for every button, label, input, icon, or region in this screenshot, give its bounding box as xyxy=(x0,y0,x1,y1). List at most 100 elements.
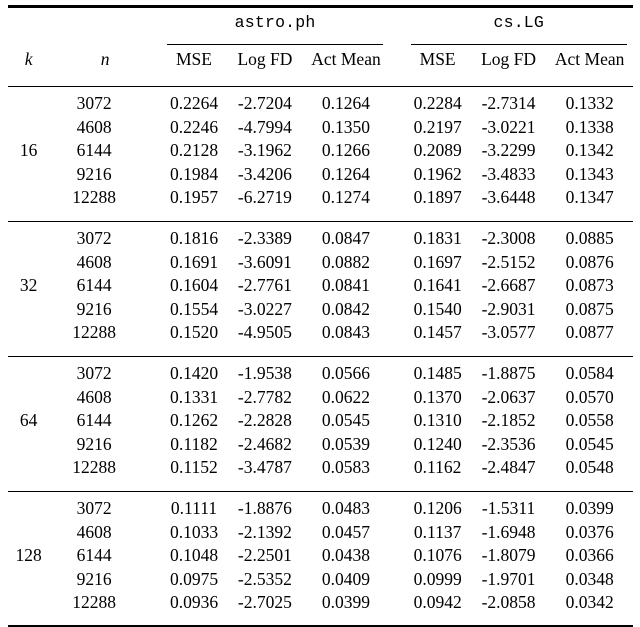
block-midrule xyxy=(8,480,633,492)
cslg-mse-cell: 0.1485 xyxy=(413,362,462,383)
cslg-logfd-cell: -2.1852 xyxy=(481,410,536,431)
column-header-row: k n MSE Log FD Act Mean MSE Log FD Act Mean xyxy=(8,45,633,75)
astro-logfd-cell: -6.2719 xyxy=(237,187,292,208)
cslg-logfd-cell: -2.3008 xyxy=(481,228,536,249)
astro-logfd-cell: -2.1392 xyxy=(237,521,292,542)
row-gap-cell xyxy=(389,591,404,615)
astro-actmean-cell: 0.1274 xyxy=(321,187,371,208)
cslg-logfd-cell: -3.0577 xyxy=(481,322,536,343)
column-header-k: k xyxy=(24,49,33,70)
astro-logfd-cell: -2.3389 xyxy=(237,228,292,249)
cslg-actmean-cell: 0.1338 xyxy=(565,116,614,137)
astro-logfd-cell: -2.7204 xyxy=(237,93,292,114)
row-gap-cell xyxy=(389,92,404,116)
n-value-cell: 9216 xyxy=(76,568,112,589)
astro-mse-cell: 0.1033 xyxy=(169,521,219,542)
astro-mse-cell: 0.2264 xyxy=(169,93,219,114)
astro-mse-cell: 0.1604 xyxy=(169,275,219,296)
group-header-cs-lg: cs.LG xyxy=(493,12,544,32)
block-midrule xyxy=(8,345,633,357)
cslg-actmean-cell: 0.0558 xyxy=(565,410,614,431)
astro-mse-cell: 0.1048 xyxy=(169,545,219,566)
column-header-gap xyxy=(389,45,404,75)
astro-actmean-cell: 0.0545 xyxy=(321,410,371,431)
cslg-mse-cell: 0.0999 xyxy=(413,568,462,589)
table-bottom-rule xyxy=(8,615,633,627)
cslg-logfd-cell: -2.0858 xyxy=(481,592,536,613)
table-row: 9216 0.1182 -2.4682 0.0539 0.1240 -2.3536 0.05… xyxy=(8,433,633,457)
astro-actmean-cell: 0.0882 xyxy=(321,251,371,272)
cslg-mse-cell: 0.2089 xyxy=(413,140,462,161)
cslg-mse-cell: 0.1457 xyxy=(413,322,462,343)
astro-actmean-cell: 0.1264 xyxy=(321,93,371,114)
astro-logfd-cell: -2.2501 xyxy=(237,545,292,566)
cslg-logfd-cell: -3.2299 xyxy=(481,140,536,161)
row-gap-cell xyxy=(389,456,404,480)
table-row: 16 3072 0.2264 -2.7204 0.1264 0.2284 -2.7314 0.… xyxy=(8,92,633,159)
astro-logfd-cell: -3.4206 xyxy=(237,163,292,184)
n-value-cell: 4608 xyxy=(76,251,112,272)
cslg-logfd-cell: -2.5152 xyxy=(481,251,536,272)
cmidrule-astro-ph xyxy=(161,38,389,45)
table-row: 6144 0.1604 -2.7761 0.0841 0.1641 -2.6687 0.08… xyxy=(8,274,633,298)
n-value-cell: 4608 xyxy=(76,386,112,407)
astro-actmean-cell: 0.0399 xyxy=(321,592,371,613)
astro-logfd-cell: -3.0227 xyxy=(237,298,292,319)
k-value-cell: 16 xyxy=(19,140,38,161)
column-header-cslg-logfd: Log FD xyxy=(481,49,537,70)
astro-logfd-cell: -2.7782 xyxy=(237,386,292,407)
astro-mse-cell: 0.1182 xyxy=(170,433,218,454)
astro-logfd-cell: -2.2828 xyxy=(237,410,292,431)
cslg-mse-cell: 0.1962 xyxy=(413,163,462,184)
cslg-mse-cell: 0.1162 xyxy=(413,457,462,478)
astro-mse-cell: 0.1554 xyxy=(169,298,219,319)
astro-logfd-cell: -2.7025 xyxy=(237,592,292,613)
cslg-mse-cell: 0.1697 xyxy=(413,251,462,272)
cslg-mse-cell: 0.1076 xyxy=(413,545,462,566)
astro-mse-cell: 0.1520 xyxy=(169,322,219,343)
row-gap-cell xyxy=(389,251,404,275)
results-table-container: astro.ph cs.LG k n MSE Log FD Act Mean MSE Log F… xyxy=(0,0,640,627)
column-header-astro-actmean: Act Mean xyxy=(311,49,381,70)
cslg-logfd-cell: -2.6687 xyxy=(481,275,536,296)
cslg-mse-cell: 0.2284 xyxy=(413,93,462,114)
astro-mse-cell: 0.1331 xyxy=(169,386,219,407)
n-value-cell: 4608 xyxy=(76,116,112,137)
cslg-mse-cell: 0.1831 xyxy=(413,228,462,249)
cslg-mse-cell: 0.1370 xyxy=(413,386,462,407)
n-value-cell: 3072 xyxy=(76,93,112,114)
cslg-actmean-cell: 0.0873 xyxy=(565,275,614,296)
row-gap-cell xyxy=(389,386,404,410)
table-row: 12288 0.1520 -4.9505 0.0843 0.1457 -3.0577 0.0… xyxy=(8,321,633,345)
table-row: 12288 0.1152 -3.4787 0.0583 0.1162 -2.4847 0.0… xyxy=(8,456,633,480)
n-value-cell: 12288 xyxy=(72,322,116,343)
astro-mse-cell: 0.1262 xyxy=(169,410,219,431)
group-header-spacer xyxy=(8,8,161,38)
astro-mse-cell: 0.2246 xyxy=(169,116,219,137)
astro-logfd-cell: -2.7761 xyxy=(237,275,292,296)
astro-mse-cell: 0.0936 xyxy=(169,592,219,613)
astro-mse-cell: 0.1957 xyxy=(169,187,219,208)
astro-actmean-cell: 0.0842 xyxy=(321,298,371,319)
cslg-logfd-cell: -2.9031 xyxy=(481,298,536,319)
group-header-row: astro.ph cs.LG xyxy=(8,8,633,38)
cslg-actmean-cell: 0.0366 xyxy=(565,545,614,566)
cslg-actmean-cell: 0.0348 xyxy=(565,568,614,589)
table-row: 6144 0.1262 -2.2828 0.0545 0.1310 -2.1852 0.05… xyxy=(8,409,633,433)
astro-mse-cell: 0.1984 xyxy=(169,163,219,184)
astro-mse-cell: 0.2128 xyxy=(169,140,219,161)
astro-logfd-cell: -2.5352 xyxy=(237,568,292,589)
astro-actmean-cell: 0.0457 xyxy=(321,521,371,542)
row-gap-cell xyxy=(389,362,404,386)
group-cmidrule-row xyxy=(8,38,633,45)
astro-actmean-cell: 0.0847 xyxy=(321,228,371,249)
astro-actmean-cell: 0.1266 xyxy=(321,140,371,161)
astro-mse-cell: 0.1691 xyxy=(169,251,219,272)
table-row: 6144 0.1048 -2.2501 0.0438 0.1076 -1.8079 0.03… xyxy=(8,544,633,568)
astro-actmean-cell: 0.0409 xyxy=(321,568,371,589)
row-gap-cell xyxy=(389,274,404,298)
cslg-actmean-cell: 0.0885 xyxy=(565,228,614,249)
n-value-cell: 6144 xyxy=(76,275,112,296)
n-value-cell: 9216 xyxy=(76,433,112,454)
row-gap-cell xyxy=(389,433,404,457)
